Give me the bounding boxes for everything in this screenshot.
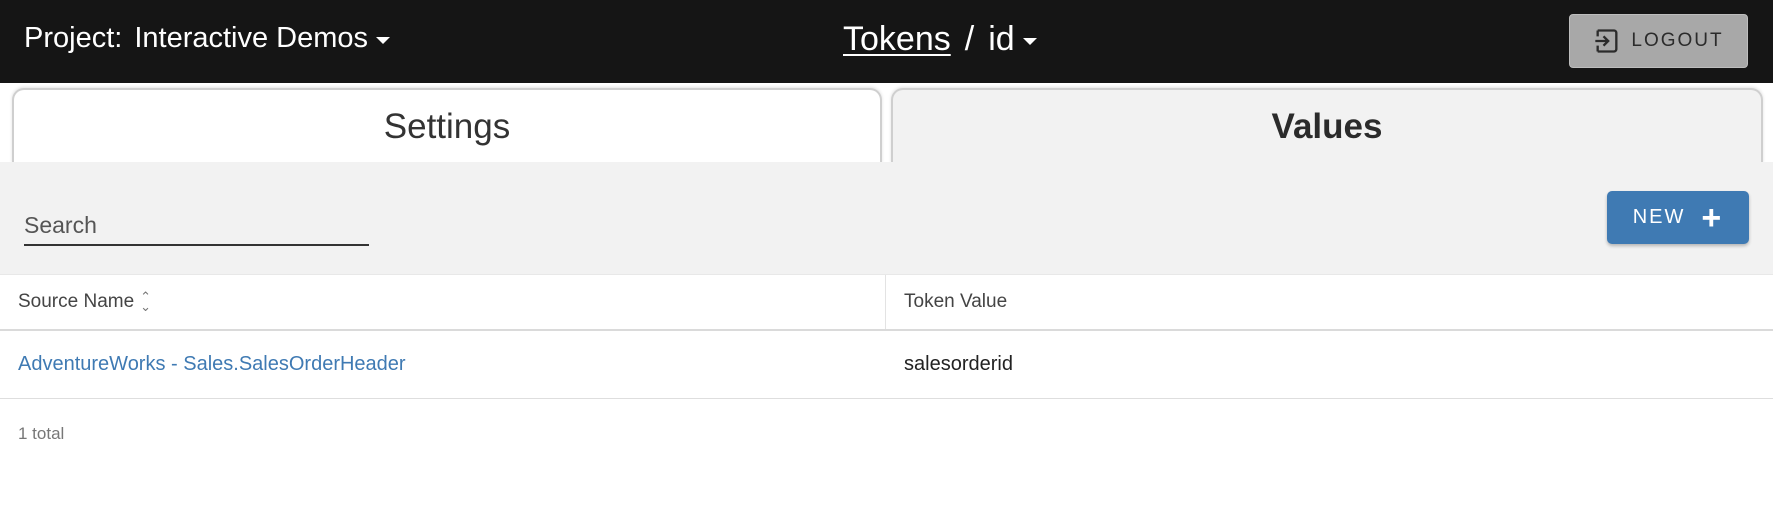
source-name-link[interactable]: AdventureWorks - Sales.SalesOrderHeader [0, 331, 886, 398]
caret-down-icon [1022, 37, 1037, 45]
column-header-token-value: Token Value [886, 275, 1773, 329]
table-row: AdventureWorks - Sales.SalesOrderHeader … [0, 331, 1773, 399]
breadcrumb-tokens-link[interactable]: Tokens [843, 20, 951, 59]
sort-icon[interactable]: ⌃ ⌄ [140, 289, 151, 313]
new-button-label: NEW [1632, 206, 1686, 228]
breadcrumb: Tokens / id [843, 20, 1037, 59]
project-label: Project: [24, 22, 123, 54]
tab-values[interactable]: Values [891, 88, 1763, 164]
tab-bar: Settings Values [0, 83, 1773, 164]
toolbar: NEW + [0, 162, 1773, 274]
column-header-label: Source Name [18, 291, 135, 312]
project-selector[interactable]: Project: Interactive Demos [24, 22, 391, 55]
token-value-cell: salesorderid [904, 353, 1013, 375]
column-header-label: Token Value [904, 291, 1008, 312]
project-name: Interactive Demos [134, 22, 369, 54]
tokens-table: Source Name ⌃ ⌄ Token Value AdventureWork… [0, 274, 1773, 399]
table-header: Source Name ⌃ ⌄ Token Value [0, 274, 1773, 331]
new-button[interactable]: NEW + [1607, 191, 1749, 244]
tab-settings[interactable]: Settings [12, 88, 882, 164]
column-header-source-name[interactable]: Source Name ⌃ ⌄ [0, 275, 886, 329]
search-input[interactable] [24, 206, 369, 246]
breadcrumb-current-selector[interactable]: id [988, 20, 1037, 59]
top-bar: Project: Interactive Demos Tokens / id L… [0, 0, 1773, 83]
logout-label: LOGOUT [1631, 30, 1724, 51]
breadcrumb-current: id [988, 20, 1015, 58]
logout-icon [1595, 29, 1618, 53]
caret-down-icon [376, 36, 391, 44]
plus-icon: + [1701, 198, 1724, 237]
logout-button[interactable]: LOGOUT [1569, 14, 1748, 68]
total-count: 1 total [18, 424, 65, 443]
breadcrumb-separator: / [964, 20, 975, 58]
